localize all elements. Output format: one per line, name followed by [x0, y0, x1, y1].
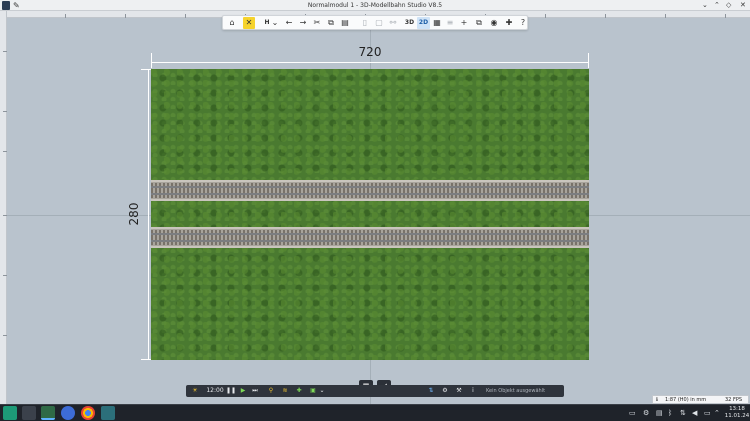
layout-module[interactable]	[151, 69, 589, 360]
bottom-toolbar: ☀ 12:00 ❚❚ ▶ ⏭ ⚲ ≋ ✚ ▣ ⌄ ⇅ ⚙ ⚒ i Kein Ob…	[186, 385, 564, 397]
play-icon[interactable]: ▶	[238, 385, 248, 397]
time-display[interactable]: 12:00	[204, 385, 226, 397]
gear-icon[interactable]: ⚙	[440, 385, 450, 397]
view-3d-button[interactable]: 3D	[403, 17, 416, 29]
info-icon[interactable]: i	[468, 385, 478, 397]
view-2d-button[interactable]: 2D	[417, 17, 430, 29]
pause-icon[interactable]: ❚❚	[226, 385, 236, 397]
height-dimension-label: 280	[127, 202, 141, 226]
width-dimension-line	[151, 62, 589, 63]
browser-icon[interactable]	[61, 406, 75, 420]
wrench-icon[interactable]: ⚒	[454, 385, 464, 397]
modellbahn-studio-icon[interactable]	[101, 406, 115, 420]
width-dimension-tick-left	[151, 53, 152, 68]
bluetooth-icon[interactable]: ᛒ	[668, 408, 672, 418]
track-lower[interactable]	[151, 227, 589, 248]
home-icon[interactable]: ⌂	[226, 17, 238, 29]
layers-icon[interactable]: ≋	[280, 385, 290, 397]
close-icon[interactable]: ✕	[740, 0, 746, 11]
main-toolbar: ⌂ ✕ H ⌄ ← → ✂ ⧉ ▤ ▯ ▢ ⚯ 3D 2D ▦ ≡ + ⧉ ◉ …	[222, 15, 528, 30]
redo-icon[interactable]: →	[297, 17, 309, 29]
tools-icon[interactable]: ✕	[243, 17, 255, 29]
paste-icon[interactable]: ▤	[339, 17, 351, 29]
volume-icon[interactable]: ◀	[692, 408, 697, 418]
grid-icon[interactable]: ▦	[431, 17, 443, 29]
fps-label: 32 FPS	[725, 397, 743, 403]
window-title: Normalmodul 1 - 3D-Modellbahn Studio V8.…	[307, 2, 443, 9]
sliders-icon[interactable]: ⇅	[426, 385, 436, 397]
network-icon[interactable]: ⇅	[680, 408, 686, 418]
clock-date: 11.01.24	[724, 413, 750, 419]
clipboard-icon[interactable]: ▤	[656, 408, 663, 418]
scale-label: 1:87 (H0) in mm	[665, 397, 707, 403]
height-dimension-tick-top	[141, 69, 151, 70]
add-icon[interactable]: +	[458, 17, 470, 29]
catalog-icon[interactable]: ⧉	[473, 17, 485, 29]
copy-icon[interactable]: ⧉	[325, 17, 337, 29]
chrome-icon[interactable]	[81, 406, 95, 420]
height-dimension-line	[148, 69, 149, 360]
selection-status: Kein Objekt ausgewählt	[486, 388, 546, 394]
file-manager-icon[interactable]	[41, 406, 55, 420]
cut-icon[interactable]: ✂	[311, 17, 323, 29]
link-icon[interactable]: ⚯	[387, 17, 399, 29]
sun-icon[interactable]: ☀	[190, 385, 200, 397]
minimize-icon[interactable]: ⌄	[702, 0, 708, 11]
search-icon[interactable]: ⚲	[266, 385, 276, 397]
taskbar: ▭ ⚙ ▤ ᛒ ⇅ ◀ ▭ ⌃ 13:18 11.01.24	[0, 404, 750, 421]
start-menu-icon[interactable]	[3, 406, 17, 420]
shuffle-icon[interactable]: ✚	[294, 385, 304, 397]
plugin-icon[interactable]: ✚	[503, 17, 515, 29]
delete-icon[interactable]: ▯	[359, 17, 371, 29]
clock-time: 13:18	[729, 406, 745, 412]
gear-icon[interactable]: ⚙	[643, 408, 649, 418]
restore-icon[interactable]: ◇	[726, 0, 731, 11]
camera-icon[interactable]: ◉	[488, 17, 500, 29]
window-icon[interactable]: ▭	[629, 408, 636, 418]
chevron-down-icon[interactable]: ⌄	[271, 17, 279, 29]
train-icon[interactable]: ▣	[308, 385, 318, 397]
system-clock[interactable]: 13:18 11.01.24	[724, 406, 750, 420]
terminal-icon[interactable]	[22, 406, 36, 420]
title-bar: ✎ Normalmodul 1 - 3D-Modellbahn Studio V…	[0, 0, 750, 11]
layers-icon[interactable]: ≡	[444, 17, 456, 29]
chevron-up-icon[interactable]: ⌃	[714, 408, 720, 418]
scale-info-box: ℹ 1:87 (H0) in mm 32 FPS	[652, 395, 749, 404]
width-dimension-label: 720	[358, 45, 382, 59]
height-dimension-tick-bottom	[141, 359, 151, 360]
undo-icon[interactable]: ←	[283, 17, 295, 29]
width-dimension-tick-right	[588, 53, 589, 68]
chevron-down-icon[interactable]: ⌄	[318, 385, 326, 397]
maximize-icon[interactable]: ⌃	[714, 0, 720, 11]
ruler-left	[0, 11, 7, 404]
info-icon: ℹ	[656, 397, 658, 403]
display-icon[interactable]: ▭	[704, 408, 711, 418]
track-upper[interactable]	[151, 180, 589, 201]
help-icon[interactable]: ?	[517, 17, 529, 29]
fast-forward-icon[interactable]: ⏭	[250, 385, 260, 397]
group-icon[interactable]: ▢	[373, 17, 385, 29]
